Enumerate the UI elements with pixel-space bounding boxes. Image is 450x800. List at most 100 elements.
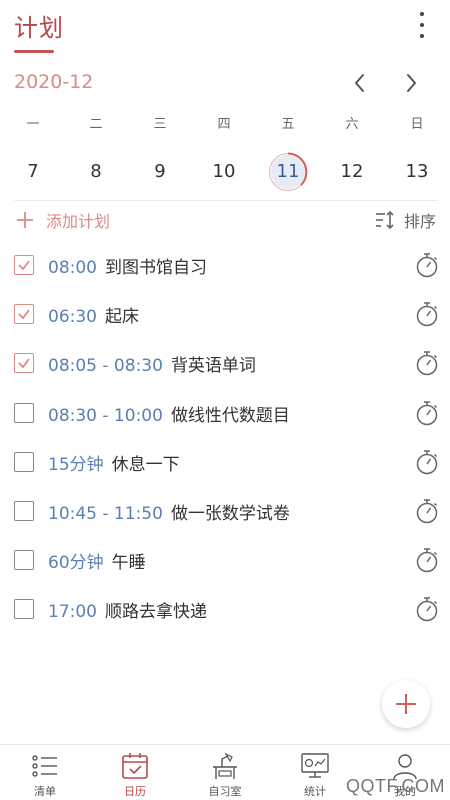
timer-button[interactable] bbox=[414, 349, 440, 377]
task-time: 17:00 bbox=[48, 602, 97, 623]
calendar-icon bbox=[122, 753, 148, 779]
checkbox[interactable] bbox=[14, 451, 34, 472]
task-text: 10:45 - 11:50 做一张数学试卷 bbox=[48, 499, 290, 524]
more-options-button[interactable] bbox=[410, 10, 434, 40]
check-icon bbox=[18, 358, 30, 369]
plus-icon bbox=[396, 694, 416, 714]
task-row[interactable]: 60分钟 午睡 bbox=[0, 535, 450, 584]
nav-item-list[interactable]: 清单 bbox=[10, 749, 80, 799]
date-cell[interactable]: 7 bbox=[13, 152, 53, 192]
task-time: 10:45 - 11:50 bbox=[48, 503, 163, 524]
checkbox-checked[interactable] bbox=[14, 353, 34, 374]
timer-button[interactable] bbox=[414, 595, 440, 623]
task-row[interactable]: 06:30 起床 bbox=[0, 289, 450, 338]
divider bbox=[14, 200, 438, 201]
checkbox[interactable] bbox=[14, 500, 34, 521]
stopwatch-icon bbox=[416, 253, 438, 278]
nav-label: 统计 bbox=[304, 785, 326, 798]
checkbox-checked[interactable] bbox=[14, 255, 34, 275]
date-cell-selected[interactable]: 11 bbox=[268, 152, 308, 192]
plus-icon bbox=[17, 212, 33, 228]
task-row[interactable]: 17:00 顺路去拿快递 bbox=[0, 584, 450, 633]
nav-item-calendar[interactable]: 日历 bbox=[100, 749, 170, 799]
date-number: 11 bbox=[276, 161, 300, 182]
date-number: 8 bbox=[90, 161, 102, 182]
nav-label: 日历 bbox=[124, 785, 146, 798]
chevron-right-icon bbox=[407, 74, 416, 92]
date-number: 13 bbox=[405, 161, 429, 182]
weekday-label: 四 bbox=[217, 117, 231, 132]
task-title: 休息一下 bbox=[111, 454, 180, 475]
checkbox[interactable] bbox=[14, 599, 34, 620]
date-cell[interactable]: 9 bbox=[140, 152, 180, 192]
more-dot bbox=[420, 23, 424, 27]
date-number: 10 bbox=[212, 161, 236, 182]
task-text: 15分钟 休息一下 bbox=[48, 450, 180, 475]
nav-label: 清单 bbox=[34, 785, 56, 798]
weekday-label: 二 bbox=[89, 117, 103, 132]
timer-button[interactable] bbox=[414, 448, 440, 476]
task-time: 08:00 bbox=[48, 258, 97, 278]
dates-row: 7 8 9 10 11 12 13 bbox=[0, 152, 450, 192]
timer-button[interactable] bbox=[414, 546, 440, 574]
timer-button[interactable] bbox=[414, 497, 440, 525]
task-text: 08:05 - 08:30 背英语单词 bbox=[48, 351, 256, 376]
task-row[interactable]: 10:45 - 11:50 做一张数学试卷 bbox=[0, 486, 450, 535]
study-room-icon bbox=[213, 752, 237, 779]
task-row[interactable]: 08:30 - 10:00 做线性代数题目 bbox=[0, 388, 450, 437]
weekday-label: 一 bbox=[26, 117, 40, 132]
task-title: 背英语单词 bbox=[170, 356, 256, 377]
page-title: 计划 bbox=[14, 14, 64, 42]
task-list: 08:00 到图书馆自习 06:30 起床 08:05 - 08:30 背英语单词 08:3… bbox=[0, 240, 450, 634]
task-title: 起床 bbox=[105, 307, 139, 328]
title-underline bbox=[14, 50, 54, 53]
nav-item-stats[interactable]: 统计 bbox=[280, 749, 350, 799]
checkbox[interactable] bbox=[14, 550, 34, 571]
task-time: 15分钟 bbox=[48, 454, 104, 475]
date-cell[interactable]: 10 bbox=[204, 152, 244, 192]
stopwatch-icon bbox=[416, 450, 438, 474]
timer-button[interactable] bbox=[414, 399, 440, 427]
add-plan-button[interactable]: 添加计划 bbox=[14, 206, 110, 234]
sort-button[interactable]: 排序 bbox=[374, 206, 436, 234]
list-icon bbox=[32, 755, 57, 777]
stopwatch-icon bbox=[416, 351, 438, 376]
checkbox[interactable] bbox=[14, 402, 34, 423]
add-floating-button[interactable] bbox=[382, 680, 430, 728]
task-title: 午睡 bbox=[111, 553, 146, 574]
date-number: 7 bbox=[27, 161, 39, 182]
task-text: 17:00 顺路去拿快递 bbox=[48, 597, 207, 622]
nav-label: 自习室 bbox=[208, 785, 242, 798]
check-icon bbox=[18, 260, 30, 271]
task-title: 做线性代数题目 bbox=[170, 405, 290, 426]
month-label[interactable]: 2020-12 bbox=[14, 71, 93, 93]
task-row[interactable]: 08:05 - 08:30 背英语单词 bbox=[0, 338, 450, 387]
task-title: 做一张数学试卷 bbox=[170, 503, 290, 524]
chevron-left-icon bbox=[355, 74, 364, 92]
watermark: QQTF.COM bbox=[346, 776, 445, 796]
date-cell[interactable]: 12 bbox=[332, 152, 372, 192]
stats-icon bbox=[301, 753, 329, 778]
date-cell[interactable]: 13 bbox=[397, 152, 437, 192]
prev-week-button[interactable] bbox=[348, 70, 372, 96]
next-week-button[interactable] bbox=[399, 70, 423, 96]
app-header: 计划 bbox=[0, 0, 450, 60]
more-dot bbox=[420, 12, 424, 16]
timer-button[interactable] bbox=[414, 251, 440, 279]
more-dot bbox=[420, 34, 424, 38]
weekday-label: 五 bbox=[281, 117, 295, 132]
date-number: 9 bbox=[154, 161, 166, 182]
task-title: 顺路去拿快递 bbox=[105, 602, 207, 623]
task-row[interactable]: 08:00 到图书馆自习 bbox=[0, 240, 450, 289]
checkbox-checked[interactable] bbox=[14, 304, 34, 325]
task-time: 08:30 - 10:00 bbox=[48, 405, 163, 426]
nav-item-study-room[interactable]: 自习室 bbox=[190, 749, 260, 799]
task-time: 06:30 bbox=[48, 307, 97, 328]
weekday-label: 六 bbox=[345, 117, 359, 132]
timer-button[interactable] bbox=[414, 300, 440, 328]
stopwatch-icon bbox=[416, 499, 438, 524]
task-row[interactable]: 15分钟 休息一下 bbox=[0, 437, 450, 486]
add-plan-label: 添加计划 bbox=[46, 212, 111, 231]
stopwatch-icon bbox=[416, 400, 438, 425]
date-cell[interactable]: 8 bbox=[76, 152, 116, 192]
